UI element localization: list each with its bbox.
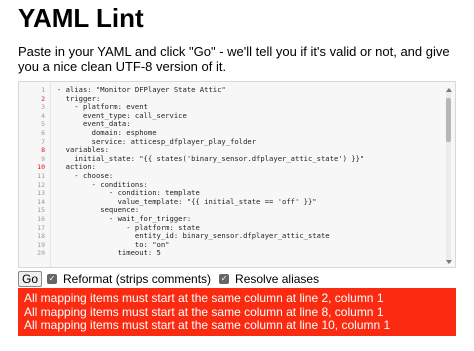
editor-scrollbar-thumb[interactable] bbox=[446, 98, 451, 142]
error-message: All mapping items must start at the same… bbox=[24, 318, 391, 332]
page-title: YAML Lint bbox=[18, 3, 144, 33]
go-button[interactable]: Go bbox=[18, 271, 43, 287]
line-number: 19 bbox=[37, 240, 45, 249]
line-number-gutter: 1 2 3 4 5 6 7 8 9 10 11 12 13 14 15 16 17 18 19 20 bbox=[19, 82, 51, 267]
intro-text: Paste in your YAML and click "Go" - we'l… bbox=[18, 44, 450, 74]
line-number: 13 bbox=[37, 189, 45, 198]
scroll-up-icon[interactable] bbox=[446, 88, 452, 92]
line-number: 10 bbox=[37, 163, 45, 172]
error-message-box: All mapping items must start at the same… bbox=[18, 288, 456, 336]
line-number: 18 bbox=[37, 232, 45, 241]
line-number: 14 bbox=[37, 197, 45, 206]
line-number: 2 bbox=[41, 94, 45, 103]
code-line[interactable]: initial_state: "{{ states('binary_sensor… bbox=[57, 154, 364, 164]
scroll-down-icon[interactable] bbox=[446, 260, 452, 264]
line-number: 15 bbox=[37, 206, 45, 215]
controls-row: Go ✓ Reformat (strips comments) ✓ Resolv… bbox=[18, 271, 327, 287]
reformat-checkbox[interactable]: ✓ bbox=[47, 274, 58, 284]
line-number: 12 bbox=[37, 180, 45, 189]
line-number: 3 bbox=[41, 103, 45, 112]
line-number: 6 bbox=[41, 129, 45, 137]
line-number: 5 bbox=[41, 120, 45, 129]
error-message: All mapping items must start at the same… bbox=[24, 304, 384, 319]
reformat-label: Reformat (strips comments) bbox=[63, 272, 212, 286]
line-number: 1 bbox=[41, 86, 45, 94]
resolve-aliases-checkbox[interactable]: ✓ bbox=[219, 274, 230, 284]
line-number: 20 bbox=[37, 249, 45, 258]
code-line[interactable]: timeout: 5 bbox=[57, 249, 161, 258]
error-message: All mapping items must start at the same… bbox=[24, 291, 384, 305]
yaml-editor[interactable]: 1 2 3 4 5 6 7 8 9 10 11 12 13 14 15 16 17 18 19 20 - alias:… bbox=[18, 81, 456, 268]
line-number: 11 bbox=[37, 172, 45, 180]
line-number: 4 bbox=[41, 111, 45, 120]
line-number: 9 bbox=[41, 154, 45, 163]
line-number: 7 bbox=[41, 137, 45, 146]
line-number: 8 bbox=[41, 146, 45, 155]
line-number: 17 bbox=[37, 223, 45, 232]
resolve-aliases-label: Resolve aliases bbox=[235, 272, 320, 286]
line-number: 16 bbox=[37, 215, 45, 223]
